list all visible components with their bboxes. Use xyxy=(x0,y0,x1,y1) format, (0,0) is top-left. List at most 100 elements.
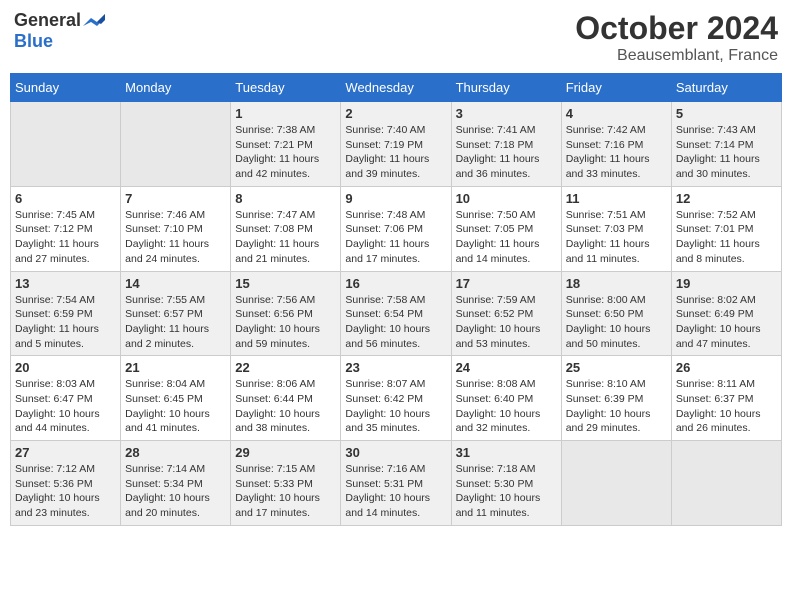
day-info: Sunrise: 7:50 AMSunset: 7:05 PMDaylight:… xyxy=(456,208,557,267)
day-number: 4 xyxy=(566,106,667,121)
calendar-cell: 3Sunrise: 7:41 AMSunset: 7:18 PMDaylight… xyxy=(451,102,561,187)
logo: General Blue xyxy=(14,10,105,52)
page-header: General Blue October 2024 Beausemblant, … xyxy=(10,10,782,65)
day-info: Sunrise: 7:15 AMSunset: 5:33 PMDaylight:… xyxy=(235,462,336,521)
day-number: 8 xyxy=(235,191,336,206)
day-info: Sunrise: 7:52 AMSunset: 7:01 PMDaylight:… xyxy=(676,208,777,267)
calendar-week-row: 6 Sunrise: 7:45 AMSunset: 7:12 PMDaylight… xyxy=(11,186,782,271)
calendar-cell: 10Sunrise: 7:50 AMSunset: 7:05 PMDayligh… xyxy=(451,186,561,271)
calendar-week-row: 27 Sunrise: 7:12 AMSunset: 5:36 PMDayligh… xyxy=(11,441,782,526)
day-info: Sunrise: 8:04 AMSunset: 6:45 PMDaylight:… xyxy=(125,377,226,436)
day-number: 21 xyxy=(125,360,226,375)
day-info: Sunrise: 7:51 AMSunset: 7:03 PMDaylight:… xyxy=(566,208,667,267)
day-info: Sunrise: 7:59 AMSunset: 6:52 PMDaylight:… xyxy=(456,293,557,352)
day-number: 7 xyxy=(125,191,226,206)
calendar-cell: 6 Sunrise: 7:45 AMSunset: 7:12 PMDaylight… xyxy=(11,186,121,271)
day-info: Sunrise: 7:58 AMSunset: 6:54 PMDaylight:… xyxy=(345,293,446,352)
day-number: 29 xyxy=(235,445,336,460)
calendar-week-row: 20Sunrise: 8:03 AMSunset: 6:47 PMDayligh… xyxy=(11,356,782,441)
calendar-cell xyxy=(11,102,121,187)
calendar-week-row: 13Sunrise: 7:54 AMSunset: 6:59 PMDayligh… xyxy=(11,271,782,356)
calendar-cell: 9Sunrise: 7:48 AMSunset: 7:06 PMDaylight… xyxy=(341,186,451,271)
day-number: 2 xyxy=(345,106,446,121)
month-title: October 2024 xyxy=(575,10,778,47)
day-info: Sunrise: 7:46 AMSunset: 7:10 PMDaylight:… xyxy=(125,208,226,267)
day-number: 30 xyxy=(345,445,446,460)
calendar-cell: 28Sunrise: 7:14 AMSunset: 5:34 PMDayligh… xyxy=(121,441,231,526)
day-info: Sunrise: 7:38 AMSunset: 7:21 PMDaylight:… xyxy=(235,123,336,182)
calendar-cell: 29 Sunrise: 7:15 AMSunset: 5:33 PMDayligh… xyxy=(231,441,341,526)
day-number: 15 xyxy=(235,276,336,291)
day-of-week-header: Monday xyxy=(121,74,231,102)
calendar-cell: 16 Sunrise: 7:58 AMSunset: 6:54 PMDayligh… xyxy=(341,271,451,356)
day-info: Sunrise: 7:40 AMSunset: 7:19 PMDaylight:… xyxy=(345,123,446,182)
day-number: 27 xyxy=(15,445,116,460)
calendar-cell: 4 Sunrise: 7:42 AMSunset: 7:16 PMDaylight… xyxy=(561,102,671,187)
day-info: Sunrise: 7:47 AMSunset: 7:08 PMDaylight:… xyxy=(235,208,336,267)
day-of-week-header: Thursday xyxy=(451,74,561,102)
day-number: 31 xyxy=(456,445,557,460)
day-info: Sunrise: 8:02 AMSunset: 6:49 PMDaylight:… xyxy=(676,293,777,352)
day-info: Sunrise: 8:10 AMSunset: 6:39 PMDaylight:… xyxy=(566,377,667,436)
day-info: Sunrise: 8:06 AMSunset: 6:44 PMDaylight:… xyxy=(235,377,336,436)
calendar-cell: 25 Sunrise: 8:10 AMSunset: 6:39 PMDayligh… xyxy=(561,356,671,441)
day-info: Sunrise: 7:43 AMSunset: 7:14 PMDaylight:… xyxy=(676,123,777,182)
day-number: 9 xyxy=(345,191,446,206)
calendar-cell: 5 Sunrise: 7:43 AMSunset: 7:14 PMDaylight… xyxy=(671,102,781,187)
day-info: Sunrise: 7:56 AMSunset: 6:56 PMDaylight:… xyxy=(235,293,336,352)
day-number: 16 xyxy=(345,276,446,291)
calendar-cell: 14 Sunrise: 7:55 AMSunset: 6:57 PMDayligh… xyxy=(121,271,231,356)
day-number: 14 xyxy=(125,276,226,291)
day-info: Sunrise: 8:07 AMSunset: 6:42 PMDaylight:… xyxy=(345,377,446,436)
calendar-cell: 18 Sunrise: 8:00 AMSunset: 6:50 PMDayligh… xyxy=(561,271,671,356)
day-of-week-header: Sunday xyxy=(11,74,121,102)
calendar-cell: 1 Sunrise: 7:38 AMSunset: 7:21 PMDaylight… xyxy=(231,102,341,187)
calendar-cell: 19 Sunrise: 8:02 AMSunset: 6:49 PMDayligh… xyxy=(671,271,781,356)
calendar-cell: 11 Sunrise: 7:51 AMSunset: 7:03 PMDayligh… xyxy=(561,186,671,271)
calendar-cell: 27 Sunrise: 7:12 AMSunset: 5:36 PMDayligh… xyxy=(11,441,121,526)
calendar-table: SundayMondayTuesdayWednesdayThursdayFrid… xyxy=(10,73,782,526)
day-info: Sunrise: 7:14 AMSunset: 5:34 PMDaylight:… xyxy=(125,462,226,521)
day-info: Sunrise: 7:55 AMSunset: 6:57 PMDaylight:… xyxy=(125,293,226,352)
title-section: October 2024 Beausemblant, France xyxy=(575,10,778,65)
day-number: 18 xyxy=(566,276,667,291)
calendar-cell: 8 Sunrise: 7:47 AMSunset: 7:08 PMDaylight… xyxy=(231,186,341,271)
day-number: 17 xyxy=(456,276,557,291)
calendar-cell: 15 Sunrise: 7:56 AMSunset: 6:56 PMDayligh… xyxy=(231,271,341,356)
day-info: Sunrise: 7:42 AMSunset: 7:16 PMDaylight:… xyxy=(566,123,667,182)
day-of-week-header: Friday xyxy=(561,74,671,102)
calendar-cell: 20Sunrise: 8:03 AMSunset: 6:47 PMDayligh… xyxy=(11,356,121,441)
day-of-week-header: Wednesday xyxy=(341,74,451,102)
calendar-cell: 26Sunrise: 8:11 AMSunset: 6:37 PMDayligh… xyxy=(671,356,781,441)
day-number: 1 xyxy=(235,106,336,121)
day-info: Sunrise: 8:11 AMSunset: 6:37 PMDaylight:… xyxy=(676,377,777,436)
day-info: Sunrise: 7:12 AMSunset: 5:36 PMDaylight:… xyxy=(15,462,116,521)
calendar-cell: 24 Sunrise: 8:08 AMSunset: 6:40 PMDayligh… xyxy=(451,356,561,441)
calendar-cell: 2 Sunrise: 7:40 AMSunset: 7:19 PMDaylight… xyxy=(341,102,451,187)
calendar-cell: 22Sunrise: 8:06 AMSunset: 6:44 PMDayligh… xyxy=(231,356,341,441)
calendar-cell: 23 Sunrise: 8:07 AMSunset: 6:42 PMDayligh… xyxy=(341,356,451,441)
day-number: 5 xyxy=(676,106,777,121)
day-number: 23 xyxy=(345,360,446,375)
calendar-cell: 17 Sunrise: 7:59 AMSunset: 6:52 PMDayligh… xyxy=(451,271,561,356)
day-number: 19 xyxy=(676,276,777,291)
calendar-cell: 21 Sunrise: 8:04 AMSunset: 6:45 PMDayligh… xyxy=(121,356,231,441)
day-info: Sunrise: 8:08 AMSunset: 6:40 PMDaylight:… xyxy=(456,377,557,436)
calendar-cell: 13Sunrise: 7:54 AMSunset: 6:59 PMDayligh… xyxy=(11,271,121,356)
logo-bird-icon xyxy=(83,14,105,30)
day-number: 25 xyxy=(566,360,667,375)
day-info: Sunrise: 8:00 AMSunset: 6:50 PMDaylight:… xyxy=(566,293,667,352)
calendar-cell: 31 Sunrise: 7:18 AMSunset: 5:30 PMDayligh… xyxy=(451,441,561,526)
day-number: 12 xyxy=(676,191,777,206)
day-number: 3 xyxy=(456,106,557,121)
day-number: 11 xyxy=(566,191,667,206)
location-title: Beausemblant, France xyxy=(575,47,778,65)
day-info: Sunrise: 7:18 AMSunset: 5:30 PMDaylight:… xyxy=(456,462,557,521)
day-number: 6 xyxy=(15,191,116,206)
calendar-cell: 7 Sunrise: 7:46 AMSunset: 7:10 PMDaylight… xyxy=(121,186,231,271)
calendar-week-row: 1 Sunrise: 7:38 AMSunset: 7:21 PMDaylight… xyxy=(11,102,782,187)
calendar-cell: 12 Sunrise: 7:52 AMSunset: 7:01 PMDayligh… xyxy=(671,186,781,271)
day-number: 20 xyxy=(15,360,116,375)
day-info: Sunrise: 7:45 AMSunset: 7:12 PMDaylight:… xyxy=(15,208,116,267)
day-number: 24 xyxy=(456,360,557,375)
